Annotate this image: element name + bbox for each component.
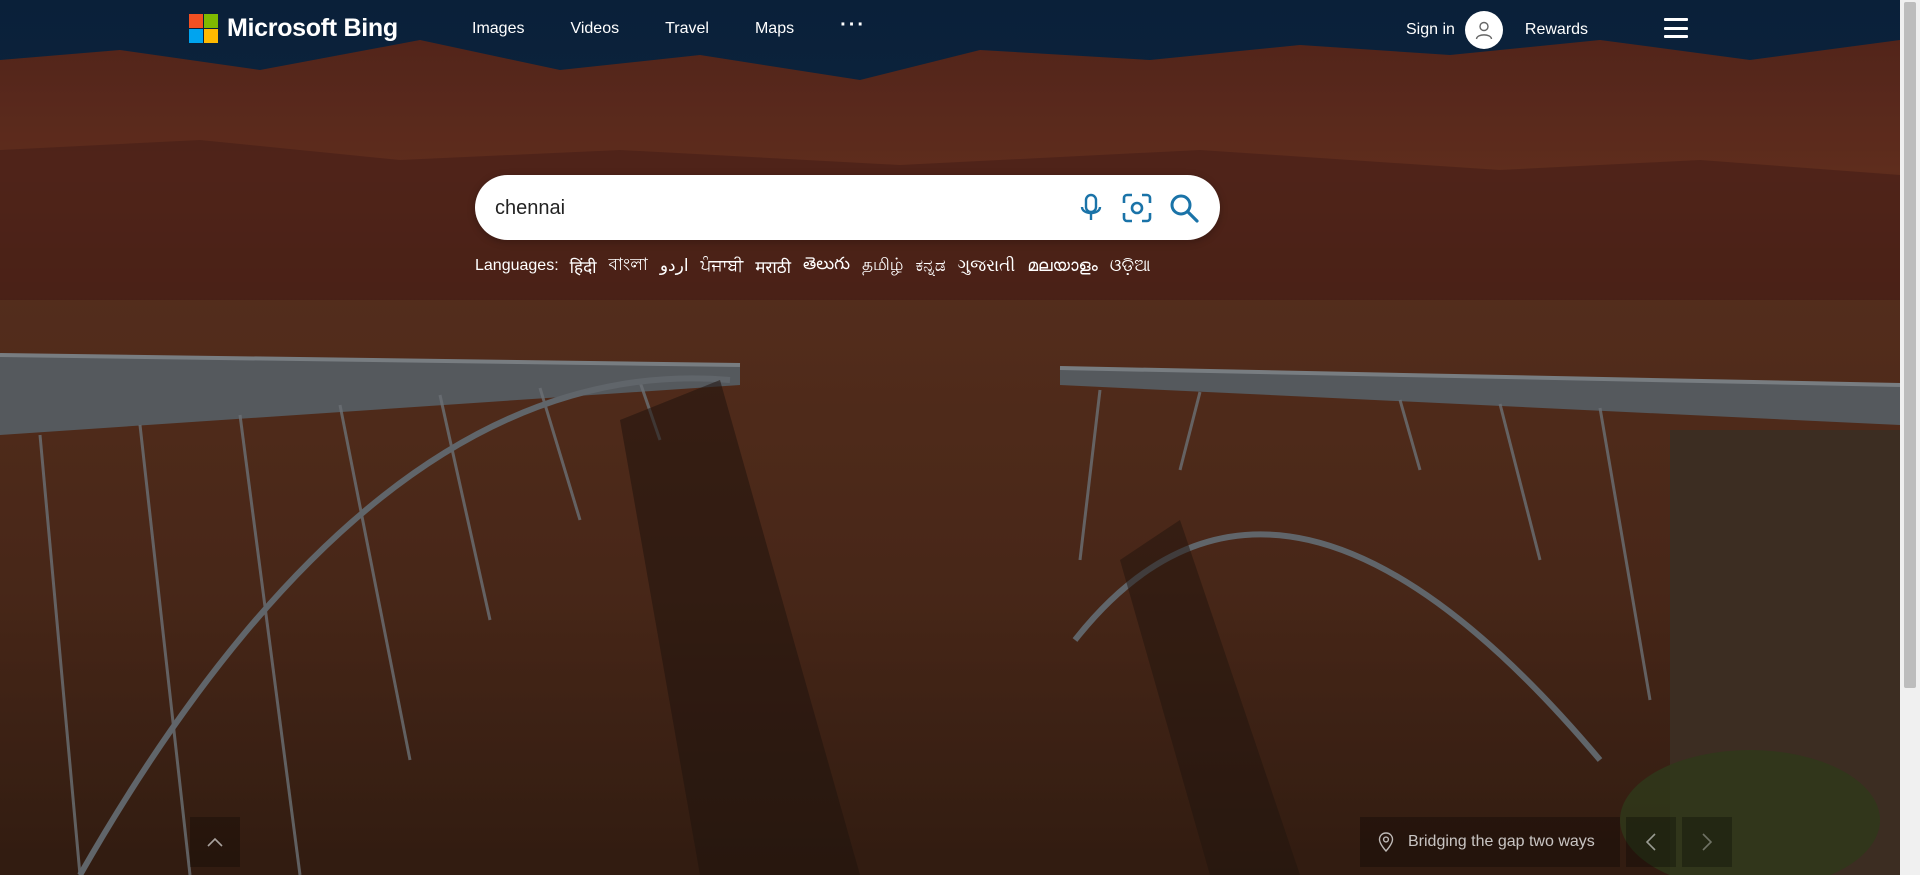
image-caption[interactable]: Bridging the gap two ways xyxy=(1360,817,1620,867)
hamburger-menu-icon[interactable] xyxy=(1664,18,1688,38)
nav-travel[interactable]: Travel xyxy=(665,20,709,38)
avatar-icon[interactable] xyxy=(1464,11,1503,49)
background-image xyxy=(0,0,1900,875)
language-link-punjabi[interactable]: ਪੰਜਾਬੀ xyxy=(701,256,744,276)
chevron-right-icon xyxy=(1702,833,1712,851)
language-link-bangla[interactable]: বাংলা xyxy=(609,252,648,280)
search-input[interactable] xyxy=(495,189,1055,227)
nav-images[interactable]: Images xyxy=(472,20,524,38)
scrollbar-thumb[interactable] xyxy=(1904,2,1916,688)
next-image-button[interactable] xyxy=(1682,817,1732,867)
nav-videos[interactable]: Videos xyxy=(570,20,619,38)
microsoft-logo-icon xyxy=(189,13,218,43)
main-nav: Images Videos Travel Maps ··· xyxy=(472,14,912,38)
nav-maps[interactable]: Maps xyxy=(755,20,794,38)
language-link-malayalam[interactable]: മലയാളം xyxy=(1027,256,1097,276)
language-link-telugu[interactable]: తెలుగు xyxy=(803,254,850,278)
visual-search-icon[interactable] xyxy=(1120,191,1154,225)
language-link-tamil[interactable]: தமிழ் xyxy=(862,255,904,277)
page-scrollbar[interactable] xyxy=(1900,0,1920,875)
language-link-hindi[interactable]: हिंदी xyxy=(570,255,597,278)
search-icon[interactable] xyxy=(1167,191,1201,225)
bing-logo[interactable]: Microsoft Bing xyxy=(189,12,398,44)
language-link-marathi[interactable]: मराठी xyxy=(755,255,791,278)
previous-image-button[interactable] xyxy=(1626,817,1676,867)
more-menu-button[interactable]: ··· xyxy=(840,14,866,37)
chevron-left-icon xyxy=(1646,833,1656,851)
language-link-odia[interactable]: ଓଡ଼ିଆ xyxy=(1110,256,1151,276)
language-link-urdu[interactable]: اردو xyxy=(660,256,689,276)
logo-text: Microsoft Bing xyxy=(227,13,398,42)
chevron-up-icon xyxy=(207,837,223,847)
language-links: Languages: हिंदी বাংলা اردو ਪੰਜਾਬੀ मराठी… xyxy=(475,254,1163,278)
account-area: Sign in Rewards xyxy=(1406,11,1588,49)
language-link-kannada[interactable]: ಕನ್ನಡ xyxy=(915,256,945,276)
languages-label: Languages: xyxy=(475,257,559,274)
top-header: Microsoft Bing Images Videos Travel Maps… xyxy=(0,0,1900,60)
rewards-link[interactable]: Rewards xyxy=(1525,21,1588,39)
sign-in-link[interactable]: Sign in xyxy=(1406,21,1455,39)
scroll-up-button[interactable] xyxy=(190,817,240,867)
image-caption-bar: Bridging the gap two ways xyxy=(1360,817,1732,867)
search-box xyxy=(475,175,1220,240)
language-link-gujarati[interactable]: ગુજરાતી xyxy=(958,256,1016,276)
microphone-icon[interactable] xyxy=(1074,191,1108,225)
location-pin-icon xyxy=(1378,832,1394,852)
caption-text: Bridging the gap two ways xyxy=(1408,833,1595,850)
